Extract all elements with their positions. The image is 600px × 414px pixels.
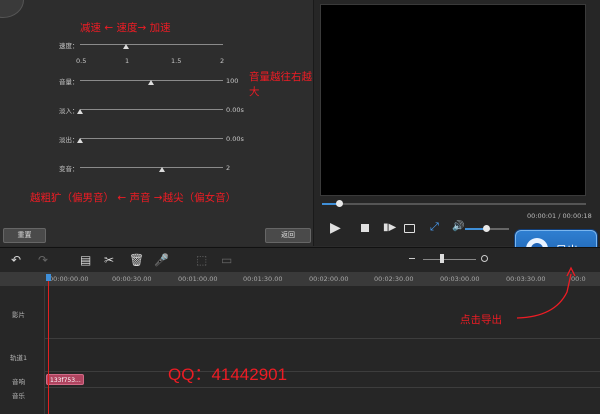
- timeline-ruler[interactable]: 00:00:00.00 00:00:30.00 00:01:00.00 00:0…: [0, 272, 600, 286]
- volume-annotation: 音量越往右越大: [249, 71, 312, 98]
- track-label-video: 影片: [12, 311, 25, 319]
- trash-icon[interactable]: 🗑: [129, 253, 144, 267]
- ruler-tick: 00:01:30.00: [243, 275, 283, 283]
- microphone-icon[interactable]: 🎤: [154, 253, 169, 267]
- playhead-handle[interactable]: [46, 274, 51, 281]
- ruler-tick: 00:00:30.00: [112, 275, 152, 283]
- undo-icon[interactable]: ↶: [11, 253, 21, 267]
- audio-clip[interactable]: 133f753...: [46, 374, 84, 385]
- back-button[interactable]: 返回: [265, 228, 311, 243]
- track-label-music: 音乐: [12, 392, 25, 400]
- audio-settings-panel: 减速 ← 速度→ 加速 速度： 0.5 1 1.5 2 音量： 100 音量越往…: [0, 0, 314, 246]
- playback-progress-thumb[interactable]: [336, 200, 343, 207]
- subtitle-icon[interactable]: ▭: [221, 253, 232, 267]
- qq-contact: QQ：41442901: [168, 365, 288, 384]
- zoom-slider-thumb[interactable]: [440, 254, 444, 263]
- track-divider: [45, 387, 600, 388]
- next-frame-icon[interactable]: ▮▶: [383, 222, 396, 233]
- ruler-tick: 00:01:00.00: [178, 275, 218, 283]
- pitch-annotation: 越粗犷（偏男音） ← 声音 →越尖（偏女音）: [30, 192, 237, 204]
- ruler-tick: 00:02:30.00: [374, 275, 414, 283]
- fade-in-slider-thumb[interactable]: [77, 109, 83, 114]
- fade-out-value: 0.00s: [226, 135, 244, 143]
- speed-slider[interactable]: [80, 44, 223, 45]
- fullscreen-icon[interactable]: ⤢: [430, 220, 439, 234]
- redo-icon[interactable]: ↷: [38, 253, 48, 267]
- speed-annotation: 减速 ← 速度→ 加速: [80, 22, 171, 34]
- fade-in-value: 0.00s: [226, 106, 244, 114]
- reset-button[interactable]: 重置: [3, 228, 46, 243]
- speed-tick: 0.5: [76, 57, 87, 65]
- speed-label: 速度：: [59, 42, 79, 50]
- crop-icon[interactable]: ⬚: [196, 253, 207, 267]
- track-header-column: 影片 轨道1 音响 音乐: [0, 286, 45, 414]
- zoom-in-icon[interactable]: [481, 255, 488, 262]
- time-display: 00:00:01 / 00:00:18: [527, 212, 592, 220]
- speed-slider-thumb[interactable]: [123, 44, 129, 49]
- corner-dial: [0, 0, 24, 18]
- speed-tick: 1: [125, 57, 130, 65]
- volume-label: 音量：: [59, 78, 79, 86]
- pitch-value: 2: [226, 164, 231, 172]
- stop-icon[interactable]: [361, 224, 369, 232]
- fade-out-label: 淡出：: [59, 136, 79, 144]
- track-label-audio: 音响: [12, 378, 25, 386]
- ruler-tick: 00:00:00.00: [49, 275, 89, 283]
- ruler-tick: 00:03:00.00: [440, 275, 480, 283]
- speaker-icon[interactable]: 🔊: [452, 221, 464, 232]
- fade-out-slider-thumb[interactable]: [77, 138, 83, 143]
- fade-in-label: 淡入：: [59, 107, 79, 115]
- ruler-tick: 00:02:00.00: [309, 275, 349, 283]
- annotation-arrow: [516, 266, 576, 319]
- speed-tick: 1.5: [171, 57, 182, 65]
- play-icon[interactable]: ▶: [330, 220, 341, 236]
- snapshot-icon[interactable]: [404, 224, 415, 233]
- track-label-overlay: 轨道1: [10, 354, 28, 362]
- volume-bar-thumb[interactable]: [483, 225, 490, 232]
- pitch-slider-thumb[interactable]: [159, 167, 165, 172]
- track-divider: [45, 371, 600, 372]
- export-annotation: 点击导出: [460, 314, 502, 326]
- volume-value: 100: [226, 77, 239, 85]
- fade-out-slider[interactable]: [80, 138, 223, 139]
- video-preview-screen: [320, 4, 586, 196]
- timeline-toolbar: ↶ ↷ ▤ ✂ 🗑 🎤 ⬚ ▭: [0, 247, 600, 273]
- volume-slider-thumb[interactable]: [148, 80, 154, 85]
- playback-progress-track[interactable]: [322, 203, 586, 205]
- track-divider: [45, 338, 600, 339]
- zoom-out-icon[interactable]: [409, 258, 415, 259]
- speed-tick: 2: [220, 57, 225, 65]
- zoom-slider[interactable]: [423, 259, 476, 260]
- pitch-label: 变音：: [59, 165, 79, 173]
- scissors-icon[interactable]: ✂: [104, 253, 114, 267]
- fade-in-slider[interactable]: [80, 109, 223, 110]
- edit-clip-icon[interactable]: ▤: [80, 253, 91, 267]
- pitch-slider[interactable]: [80, 167, 223, 168]
- playhead-line: [48, 281, 49, 414]
